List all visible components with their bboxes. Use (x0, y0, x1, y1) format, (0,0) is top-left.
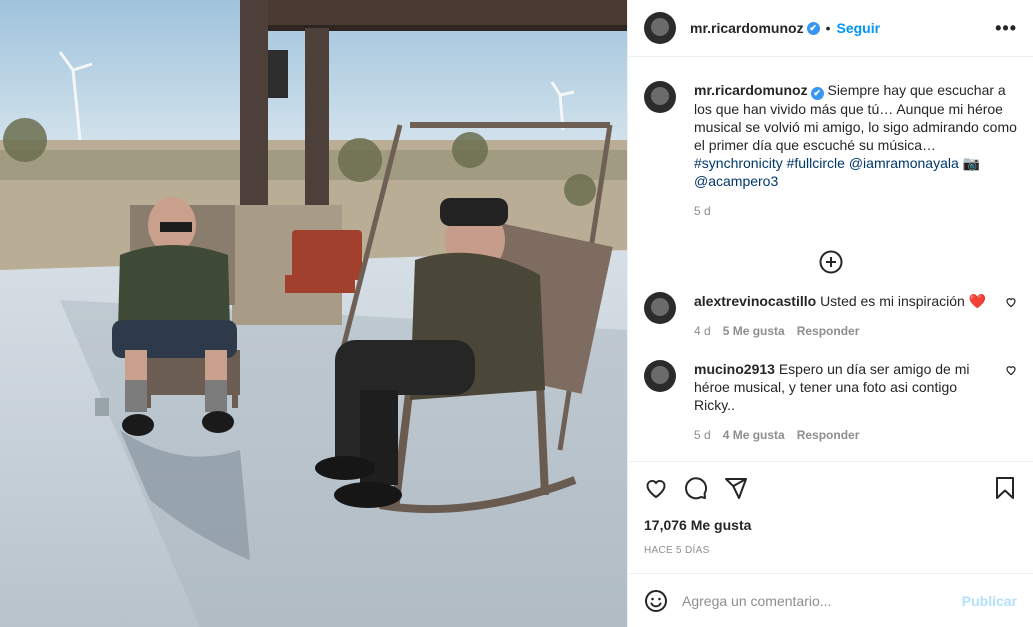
comment-icon (685, 476, 708, 499)
caption-meta: 5 d (694, 202, 1017, 220)
comment-avatar[interactable] (644, 292, 676, 324)
plus-circle-icon (819, 250, 842, 274)
share-icon (725, 477, 747, 499)
caption-mention[interactable]: @acampero3 (694, 173, 778, 189)
comment-time[interactable]: 4 d (694, 322, 711, 340)
comment-meta: 4 d 5 Me gusta Responder (694, 322, 997, 340)
post-header: mr.ricardomunoz ✔ • Seguir ••• (628, 0, 1033, 57)
post-comment-button[interactable]: Publicar (962, 593, 1017, 609)
likes-count[interactable]: 17,076 Me gusta (628, 513, 1033, 539)
comment-button[interactable] (684, 476, 708, 500)
comment-avatar[interactable] (644, 360, 676, 392)
comment-composer: Publicar (628, 573, 1033, 627)
comment-like-heart-icon[interactable] (1005, 364, 1017, 376)
camera-emoji: 📷 (962, 155, 981, 171)
caption-hashtags[interactable]: #synchronicity #fullcircle @iamramonayal… (694, 155, 959, 171)
comment-item: mucino2913 Espero un día ser amigo de mi… (644, 340, 1017, 444)
bookmark-icon (996, 476, 1014, 499)
heart-icon (646, 479, 666, 498)
separator-dot: • (825, 20, 831, 36)
load-more-comments-button[interactable] (644, 250, 1017, 274)
comment-body: alextrevinocastillo Usted es mi inspirac… (694, 292, 997, 340)
reply-button[interactable]: Responder (797, 426, 860, 444)
comment-username[interactable]: alextrevinocastillo (694, 293, 816, 309)
caption-username[interactable]: mr.ricardomunoz (694, 82, 808, 98)
post-age[interactable]: HACE 5 DÍAS (628, 539, 1033, 573)
reply-button[interactable]: Responder (797, 322, 860, 340)
comment-text: Usted es mi inspiración (820, 293, 965, 309)
comment-time[interactable]: 5 d (694, 426, 711, 444)
verified-badge-icon: ✔ (806, 21, 820, 35)
instagram-post-modal: mr.ricardomunoz ✔ • Seguir ••• mr.ricard… (0, 0, 1033, 627)
post-side-panel: mr.ricardomunoz ✔ • Seguir ••• mr.ricard… (627, 0, 1033, 627)
follow-button[interactable]: Seguir (837, 20, 881, 36)
verified-badge-icon: ✔ (810, 87, 824, 100)
heart-emoji: ❤️ (968, 293, 987, 309)
comment-likes[interactable]: 5 Me gusta (723, 322, 785, 340)
photo-illustration (0, 0, 627, 627)
comment-like-heart-icon[interactable] (1005, 296, 1017, 308)
comment-item: alextrevinocastillo Usted es mi inspirac… (644, 292, 1017, 340)
more-options-icon[interactable]: ••• (995, 18, 1017, 39)
comment-body: mucino2913 Espero un día ser amigo de mi… (694, 360, 997, 444)
author-username[interactable]: mr.ricardomunoz (690, 20, 804, 36)
comment-likes[interactable]: 4 Me gusta (723, 426, 785, 444)
save-button[interactable] (993, 476, 1017, 500)
comments-list: mr.ricardomunoz ✔ Siempre hay que escucha… (628, 57, 1033, 461)
comment-username[interactable]: mucino2913 (694, 361, 775, 377)
comment-meta: 5 d 4 Me gusta Responder (694, 426, 997, 444)
caption-time[interactable]: 5 d (694, 202, 711, 220)
post-photo[interactable] (0, 0, 627, 627)
caption: mr.ricardomunoz ✔ Siempre hay que escucha… (644, 57, 1017, 220)
caption-avatar[interactable] (644, 81, 676, 113)
emoji-icon[interactable] (644, 589, 668, 613)
like-button[interactable] (644, 476, 668, 500)
action-bar (628, 461, 1033, 513)
author-avatar[interactable] (644, 12, 676, 44)
caption-body: mr.ricardomunoz ✔ Siempre hay que escucha… (694, 81, 1017, 220)
comment-input[interactable] (682, 592, 962, 609)
share-button[interactable] (724, 476, 748, 500)
